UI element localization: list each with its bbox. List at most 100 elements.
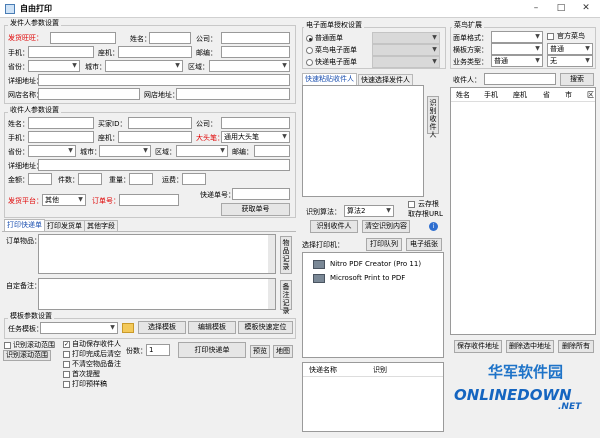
receiver-district-select[interactable]: ▼ <box>176 145 228 157</box>
print-queue-button[interactable]: 打印队列 <box>366 238 402 251</box>
save-address-button[interactable]: 保存收件地址 <box>454 340 502 353</box>
print-clear-checkbox[interactable] <box>63 351 70 358</box>
get-tracking-button[interactable]: 获取单号 <box>221 203 290 216</box>
sender-city-select[interactable]: ▼ <box>105 60 183 72</box>
maximize-button[interactable]: □ <box>549 1 573 16</box>
cainiao-template-value-select[interactable]: 普通 ▼ <box>547 43 593 55</box>
recipient-search-input[interactable] <box>484 73 556 85</box>
receiver-tel-input[interactable] <box>118 131 192 143</box>
sender-phone-input[interactable] <box>28 46 94 58</box>
tab-print-express[interactable]: 打印快递单 <box>4 219 45 231</box>
tab-quick-paste-recipient[interactable]: 快速粘贴收件人 <box>302 73 357 85</box>
goods-record-button[interactable]: 物品记录 <box>280 236 292 274</box>
printer-list[interactable]: Nitro PDF Creator (Pro 11) Microsoft Pri… <box>302 252 444 358</box>
goods-scrollbar[interactable] <box>268 235 275 273</box>
cainiao-type-value: 普通 <box>494 57 508 65</box>
minimize-button[interactable]: – <box>524 1 548 16</box>
close-button[interactable]: ✕ <box>574 1 598 16</box>
info-icon[interactable]: i <box>429 222 438 231</box>
sender-address-input[interactable] <box>38 74 290 86</box>
identify-recipient-button[interactable]: 识别收件人 <box>310 220 358 233</box>
printer-item[interactable]: Microsoft Print to PDF <box>330 274 405 283</box>
print-express-button[interactable]: 打印快递单 <box>178 342 246 358</box>
ocr-range-checkbox[interactable] <box>4 342 11 349</box>
map-button[interactable]: 地图 <box>273 345 293 358</box>
ocr-range-label: 识别滚动范围 <box>13 341 55 349</box>
remark-textarea[interactable] <box>38 278 276 310</box>
receiver-address-input[interactable] <box>38 159 290 171</box>
auto-save-checkbox[interactable]: ✓ <box>63 341 70 348</box>
wangwang-label: 发货旺旺： <box>8 34 43 42</box>
order-input[interactable] <box>119 194 179 206</box>
radio-normal-sheet[interactable] <box>306 35 313 42</box>
receiver-province-select[interactable]: ▼ <box>28 145 76 157</box>
radio-cainiao-sheet[interactable] <box>306 47 313 54</box>
sender-company-input[interactable] <box>221 32 290 44</box>
sender-tel-input[interactable] <box>118 46 192 58</box>
edit-template-button[interactable]: 编辑模板 <box>188 321 236 334</box>
identify-recipient-vbutton[interactable]: 识别收件人 <box>427 96 439 139</box>
paste-textarea[interactable] <box>302 85 424 197</box>
select-template-button[interactable]: 选择模板 <box>138 321 186 334</box>
official-cainiao-checkbox[interactable] <box>547 33 554 40</box>
tab-quick-select-sender[interactable]: 快速选择发件人 <box>358 74 413 85</box>
receiver-city-select[interactable]: ▼ <box>99 145 151 157</box>
esheet-select-1: ▼ <box>372 32 440 44</box>
receiver-phone-input[interactable] <box>28 131 94 143</box>
sender-zip-input[interactable] <box>221 46 290 58</box>
shop-url-input[interactable] <box>176 88 290 100</box>
cainiao-type-label: 业务类型： <box>453 58 488 66</box>
sender-name-input[interactable] <box>149 32 191 44</box>
printer-item[interactable]: Nitro PDF Creator (Pro 11) <box>330 260 421 269</box>
no-goods-remark-checkbox[interactable] <box>63 361 70 368</box>
folder-icon[interactable] <box>122 323 134 333</box>
order-goods-textarea[interactable] <box>38 234 276 274</box>
task-template-select[interactable]: ▼ <box>40 322 118 334</box>
algo-select[interactable]: 算法2 ▼ <box>344 205 394 217</box>
recipient-col-phone: 手机 <box>484 91 498 99</box>
sender-province-select[interactable]: ▼ <box>28 60 80 72</box>
cainiao-none-select[interactable]: 无 ▼ <box>547 55 593 67</box>
cainiao-template-select[interactable]: ▼ <box>491 43 543 55</box>
cainiao-type-select[interactable]: 普通 ▼ <box>491 55 543 67</box>
platform-select[interactable]: 其他 ▼ <box>42 194 86 206</box>
first-hint-checkbox[interactable] <box>63 371 70 378</box>
amount-input[interactable] <box>28 173 52 185</box>
watermark-logo: 华军软件园 ONLINEDOWN .NET <box>448 360 598 436</box>
delete-all-button[interactable]: 删除所有 <box>558 340 594 353</box>
tab-print-invoice[interactable]: 打印发货单 <box>44 220 85 231</box>
remark-scrollbar[interactable] <box>268 279 275 309</box>
copies-input[interactable]: 1 <box>146 344 170 356</box>
take-url-label[interactable]: 取存根URL <box>408 209 443 219</box>
print-preview-checkbox[interactable] <box>63 381 70 388</box>
locate-template-button[interactable]: 模板快速定位 <box>238 321 293 334</box>
buyer-id-input[interactable] <box>128 117 192 129</box>
preview-button[interactable]: 预览 <box>250 345 270 358</box>
platform-label: 发货平台： <box>8 197 43 205</box>
recipient-search-button[interactable]: 搜索 <box>560 73 594 86</box>
shop-name-input[interactable] <box>38 88 140 100</box>
tracking-input[interactable] <box>232 188 290 200</box>
cloud-save-checkbox[interactable] <box>408 201 415 208</box>
delete-selected-button[interactable]: 删除选中地址 <box>506 340 554 353</box>
receiver-name-input[interactable] <box>28 117 94 129</box>
bigmark-select[interactable]: 通用大头笔 ▼ <box>221 131 290 143</box>
sender-district-select[interactable]: ▼ <box>209 60 290 72</box>
esheet-legend: 电子面单授权设置 <box>304 21 364 30</box>
receiver-company-input[interactable] <box>221 117 290 129</box>
count-input[interactable] <box>78 173 102 185</box>
tab-other-fields[interactable]: 其他字段 <box>84 220 118 231</box>
cainiao-format-select[interactable]: ▼ <box>491 31 543 43</box>
wangwang-input[interactable] <box>50 32 116 44</box>
freight-input[interactable] <box>182 173 206 185</box>
chevron-down-icon: ▼ <box>585 57 590 64</box>
chevron-down-icon: ▼ <box>432 34 437 41</box>
radio-fast-sheet[interactable] <box>306 59 313 66</box>
ocr-range-button[interactable]: 识别滚动范围 <box>3 350 51 361</box>
weight-input[interactable] <box>129 173 153 185</box>
receiver-province-label: 省份： <box>8 148 29 156</box>
sheet-button[interactable]: 电子纸张 <box>406 238 442 251</box>
clear-identify-button[interactable]: 清空识别内容 <box>362 220 410 233</box>
remark-record-button[interactable]: 备注记录 <box>280 280 292 315</box>
receiver-zip-input[interactable] <box>254 145 290 157</box>
